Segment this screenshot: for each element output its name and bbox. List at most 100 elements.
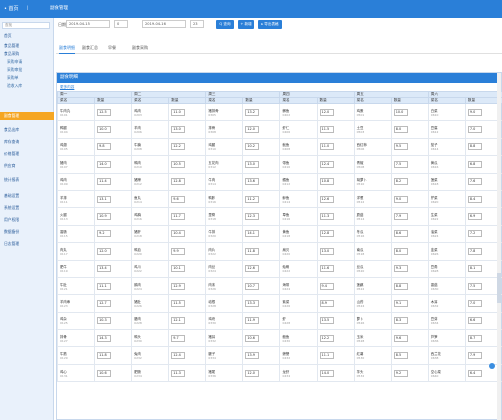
qty-input[interactable]: 12.5 — [97, 108, 112, 116]
qty-input[interactable]: 8.0 — [393, 247, 408, 255]
vertical-scrollbar[interactable] — [497, 73, 501, 420]
tab-detail[interactable]: 副食明细 — [59, 45, 75, 54]
qty-input[interactable]: 14.0 — [319, 369, 334, 377]
sidebar-item[interactable]: 价格管理 — [0, 150, 54, 158]
tab-summary[interactable]: 副食汇总 — [82, 45, 98, 51]
qty-input[interactable]: 7.5 — [467, 282, 482, 290]
sidebar-item[interactable]: 采购单 — [0, 74, 54, 82]
search-button[interactable]: Q 查询 — [216, 20, 234, 29]
qty-input[interactable]: 9.4 — [319, 282, 334, 290]
qty-input[interactable]: 7.8 — [467, 247, 482, 255]
qty-input[interactable]: 10.0 — [393, 108, 408, 116]
qty-input[interactable]: 11.8 — [97, 352, 112, 360]
qty-input[interactable]: 9.0 — [393, 195, 408, 203]
qty-input[interactable]: 13.5 — [319, 317, 334, 325]
sidebar-item[interactable]: 供应商 — [0, 162, 54, 170]
qty-input[interactable]: 11.7 — [171, 213, 186, 221]
qty-input[interactable]: 12.6 — [245, 265, 260, 273]
qty-input[interactable]: 6.9 — [467, 213, 482, 221]
qty-input[interactable]: 12.0 — [245, 126, 260, 134]
date-to-input[interactable]: 2019-04-16 — [142, 20, 186, 28]
qty-input[interactable]: 12.9 — [171, 282, 186, 290]
qty-input[interactable]: 8.6 — [393, 230, 408, 238]
tab-purchase[interactable]: 副食采购 — [132, 45, 148, 51]
date-from-input[interactable]: 2019-04-15 — [66, 20, 110, 28]
qty-input[interactable]: 7.0 — [467, 299, 482, 307]
qty-input[interactable]: 13.9 — [245, 352, 260, 360]
qty-input[interactable]: 6.6 — [467, 317, 482, 325]
qty-input[interactable]: 12.6 — [319, 195, 334, 203]
qty-input[interactable]: 9.1 — [393, 299, 408, 307]
qty-input[interactable]: 12.4 — [171, 352, 186, 360]
sidebar-item[interactable]: 采购申请 — [0, 58, 54, 66]
sidebar-item[interactable]: 系统设置 — [0, 204, 54, 212]
qty-input[interactable]: 13.0 — [245, 160, 260, 168]
qty-input[interactable]: 9.3 — [393, 265, 408, 273]
scrollbar-thumb[interactable] — [497, 273, 501, 303]
export-button[interactable]: ▸ 导出表格 — [258, 20, 282, 29]
qty-input[interactable]: 8.9 — [319, 299, 334, 307]
qty-input[interactable]: 10.3 — [97, 317, 112, 325]
qty-input[interactable]: 14.3 — [97, 334, 112, 342]
qty-input[interactable]: 10.6 — [97, 369, 112, 377]
qty-input[interactable]: 12.2 — [171, 143, 186, 151]
qty-input[interactable]: 11.3 — [319, 213, 334, 221]
add-button[interactable]: + 新增 — [238, 20, 254, 29]
qty-input[interactable]: 8.1 — [467, 265, 482, 273]
qty-input[interactable]: 11.8 — [245, 247, 260, 255]
qty-input[interactable]: 9.2 — [393, 369, 408, 377]
qty-input[interactable]: 10.9 — [97, 213, 112, 221]
help-icon[interactable] — [489, 363, 495, 369]
qty-input[interactable]: 12.7 — [97, 299, 112, 307]
qty-input[interactable]: 11.1 — [319, 352, 334, 360]
qty-input[interactable]: 9.5 — [393, 143, 408, 151]
qty-input[interactable]: 6.4 — [467, 369, 482, 377]
qty-input[interactable]: 7.9 — [393, 213, 408, 221]
qty-input[interactable]: 14.1 — [245, 230, 260, 238]
qty-input[interactable]: 8.3 — [393, 317, 408, 325]
qty-input[interactable]: 12.2 — [319, 334, 334, 342]
qty-input[interactable]: 7.9 — [467, 352, 482, 360]
sidebar-item[interactable]: 验收入库 — [0, 82, 54, 90]
qty-input[interactable]: 7.0 — [467, 126, 482, 134]
qty-input[interactable]: 8.4 — [467, 195, 482, 203]
qty-input[interactable]: 10.2 — [245, 143, 260, 151]
qty-input[interactable]: 13.0 — [171, 126, 186, 134]
qty-input[interactable]: 12.8 — [319, 230, 334, 238]
sidebar-item[interactable]: 食品出库 — [0, 126, 54, 134]
qty-input[interactable]: 10.6 — [245, 334, 260, 342]
qty-input[interactable]: 8.0 — [393, 126, 408, 134]
qty-input[interactable]: 9.0 — [467, 108, 482, 116]
qty-input[interactable]: 11.0 — [319, 143, 334, 151]
qty-input[interactable]: 13.4 — [97, 265, 112, 273]
sidebar-item[interactable]: 数据备份 — [0, 228, 54, 236]
qty-input[interactable]: 11.5 — [171, 299, 186, 307]
sidebar-item[interactable]: 副食管理 — [0, 112, 54, 120]
panel-more-link[interactable]: 更多内容 — [57, 83, 501, 91]
qty-input[interactable]: 8.2 — [393, 178, 408, 186]
sidebar-item[interactable]: 库存查询 — [0, 138, 54, 146]
qty-input[interactable]: 13.0 — [319, 247, 334, 255]
qty-input[interactable]: 12.0 — [245, 369, 260, 377]
sidebar-item[interactable]: 首页 — [0, 32, 54, 40]
home-link[interactable]: • 首页 — [4, 5, 19, 12]
qty-input[interactable]: 13.1 — [97, 195, 112, 203]
qty-input[interactable]: 9.6 — [171, 195, 186, 203]
qty-input[interactable]: 12.4 — [319, 160, 334, 168]
sidebar-item[interactable]: 采购审批 — [0, 66, 54, 74]
qty-input[interactable]: 13.2 — [245, 108, 260, 116]
qty-input[interactable]: 8.5 — [393, 352, 408, 360]
time-from-select[interactable]: 0 — [114, 20, 128, 28]
qty-input[interactable]: 11.1 — [97, 282, 112, 290]
qty-input[interactable]: 9.2 — [97, 230, 112, 238]
qty-input[interactable]: 12.3 — [245, 213, 260, 221]
sidebar-item[interactable]: 基础设置 — [0, 192, 54, 200]
sidebar-item[interactable]: 食品采购 — [0, 50, 54, 58]
qty-input[interactable]: 10.0 — [97, 126, 112, 134]
sidebar-item[interactable]: 统计报表 — [0, 176, 54, 184]
qty-input[interactable]: 10.8 — [319, 178, 334, 186]
qty-input[interactable]: 11.2 — [245, 195, 260, 203]
qty-input[interactable]: 10.1 — [171, 265, 186, 273]
qty-input[interactable]: 9.6 — [393, 334, 408, 342]
qty-input[interactable]: 12.0 — [97, 247, 112, 255]
